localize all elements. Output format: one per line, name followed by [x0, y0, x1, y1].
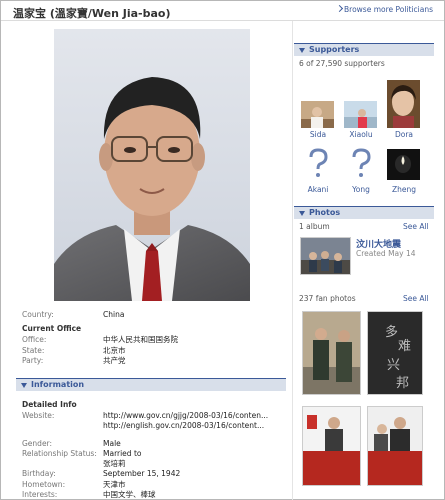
fan-photos-see-all-link[interactable]: See All — [403, 294, 429, 303]
album-count: 1 album — [299, 222, 330, 231]
office-label: Office: — [22, 335, 47, 344]
interests-label: Interests: — [22, 490, 58, 499]
avatar — [344, 101, 377, 128]
album-thumbnail[interactable] — [300, 237, 351, 275]
supporters-header-label: Supporters — [309, 45, 360, 54]
supporter-avatar-akani[interactable] — [303, 147, 333, 179]
profile-photo[interactable] — [54, 29, 250, 301]
supporter-name-xiaolu[interactable]: Xiaolu — [341, 130, 381, 139]
birthday-value: September 15, 1942 — [103, 469, 181, 478]
fan-photo-image: 多难兴邦 — [368, 312, 422, 394]
detailed-info-heading: Detailed Info — [22, 400, 77, 409]
website-link-2[interactable]: http://english.gov.cn/2008-03/16/content… — [103, 421, 264, 430]
information-header-label: Information — [31, 380, 85, 389]
calligraphy-char-2: 难 — [398, 339, 411, 354]
supporters-count: 6 of 27,590 supporters — [299, 59, 385, 68]
album-cover-image — [301, 238, 350, 274]
photos-header-label: Photos — [309, 208, 341, 217]
gender-label: Gender: — [22, 439, 53, 448]
header-divider — [1, 20, 444, 21]
page-title: 温家宝 (溫家寶/Wen Jia-bao) — [13, 7, 171, 20]
collapse-triangle-icon[interactable] — [299, 211, 305, 216]
fan-photo-image — [303, 407, 360, 485]
gender-value: Male — [103, 439, 121, 448]
office-row: Office: 中华人民共和国国务院 — [22, 334, 178, 345]
question-mark-icon — [309, 148, 328, 177]
country-label: Country: — [22, 310, 54, 319]
calligraphy-char-1: 多 — [385, 324, 398, 340]
party-label: Party: — [22, 356, 44, 365]
albums-see-all-link[interactable]: See All — [403, 222, 429, 231]
website-row: Website: http://www.gov.cn/gjjg/2008-03/1… — [22, 411, 268, 420]
calligraphy-char-4: 邦 — [396, 376, 409, 391]
relationship-row: Relationship Status: Married to — [22, 449, 141, 458]
party-row: Party: 共产党 — [22, 355, 126, 366]
website-label: Website: — [22, 411, 55, 420]
relationship-value: Married to — [103, 449, 142, 458]
fan-photo-2[interactable]: 多难兴邦 — [367, 311, 423, 395]
country-value: China — [103, 310, 125, 319]
information-section-header[interactable]: Information — [16, 378, 286, 391]
office-value: 中华人民共和国国务院 — [103, 335, 178, 344]
state-label: State: — [22, 346, 45, 355]
birthday-label: Birthday: — [22, 469, 56, 478]
fan-photo-3[interactable] — [302, 406, 361, 486]
browse-label[interactable]: Browse more Politicians — [344, 5, 433, 14]
supporter-name-sida[interactable]: Sida — [298, 130, 338, 139]
fan-photo-4[interactable] — [367, 406, 423, 486]
spouse-row: 张培莉 — [22, 458, 126, 469]
chevron-right-icon — [335, 4, 344, 13]
question-mark-icon — [352, 148, 371, 177]
supporter-name-zheng[interactable]: Zheng — [384, 185, 424, 194]
state-value: 北京市 — [103, 346, 126, 355]
collapse-triangle-icon[interactable] — [299, 48, 305, 53]
supporter-avatar-dora[interactable] — [387, 80, 420, 128]
calligraphy-char-3: 兴 — [387, 358, 400, 373]
supporters-section-header[interactable]: Supporters — [294, 43, 434, 56]
website-row-2: http://english.gov.cn/2008-03/16/content… — [22, 421, 264, 430]
avatar — [301, 101, 334, 128]
supporter-avatar-yong[interactable] — [346, 147, 376, 179]
photos-section-header[interactable]: Photos — [294, 206, 434, 219]
fan-photos-count: 237 fan photos — [299, 294, 356, 303]
relationship-label: Relationship Status: — [22, 449, 97, 458]
country-row: Country: China — [22, 310, 124, 319]
spouse-link[interactable]: 张培莉 — [103, 459, 126, 468]
interests-value: 中国文学、棒球 — [103, 490, 156, 499]
supporter-avatar-sida[interactable] — [301, 101, 334, 128]
fan-photo-1[interactable] — [302, 311, 361, 395]
hometown-label: Hometown: — [22, 480, 66, 489]
supporter-name-akani[interactable]: Akani — [298, 185, 338, 194]
party-value: 共产党 — [103, 356, 126, 365]
current-office-heading: Current Office — [22, 324, 82, 333]
collapse-triangle-icon[interactable] — [21, 383, 27, 388]
supporter-name-dora[interactable]: Dora — [384, 130, 424, 139]
supporter-avatar-xiaolu[interactable] — [344, 101, 377, 128]
birthday-row: Birthday: September 15, 1942 — [22, 469, 180, 478]
gender-row: Gender: Male — [22, 439, 121, 448]
album-created-date: Created May 14 — [356, 249, 416, 258]
profile-photo-image — [54, 29, 250, 301]
fan-photo-image — [368, 407, 422, 485]
supporter-avatar-zheng[interactable] — [387, 149, 420, 180]
column-divider — [292, 21, 293, 500]
browse-more-politicians-link[interactable]: Browse more Politicians — [335, 4, 433, 14]
supporter-name-yong[interactable]: Yong — [341, 185, 381, 194]
hometown-link[interactable]: 天津市 — [103, 480, 126, 489]
interests-row: Interests: 中国文学、棒球 — [22, 489, 156, 500]
candle-image — [387, 149, 420, 180]
fan-photo-image — [303, 312, 360, 394]
avatar — [387, 80, 420, 128]
website-link-1[interactable]: http://www.gov.cn/gjjg/2008-03/16/conten… — [103, 411, 268, 420]
